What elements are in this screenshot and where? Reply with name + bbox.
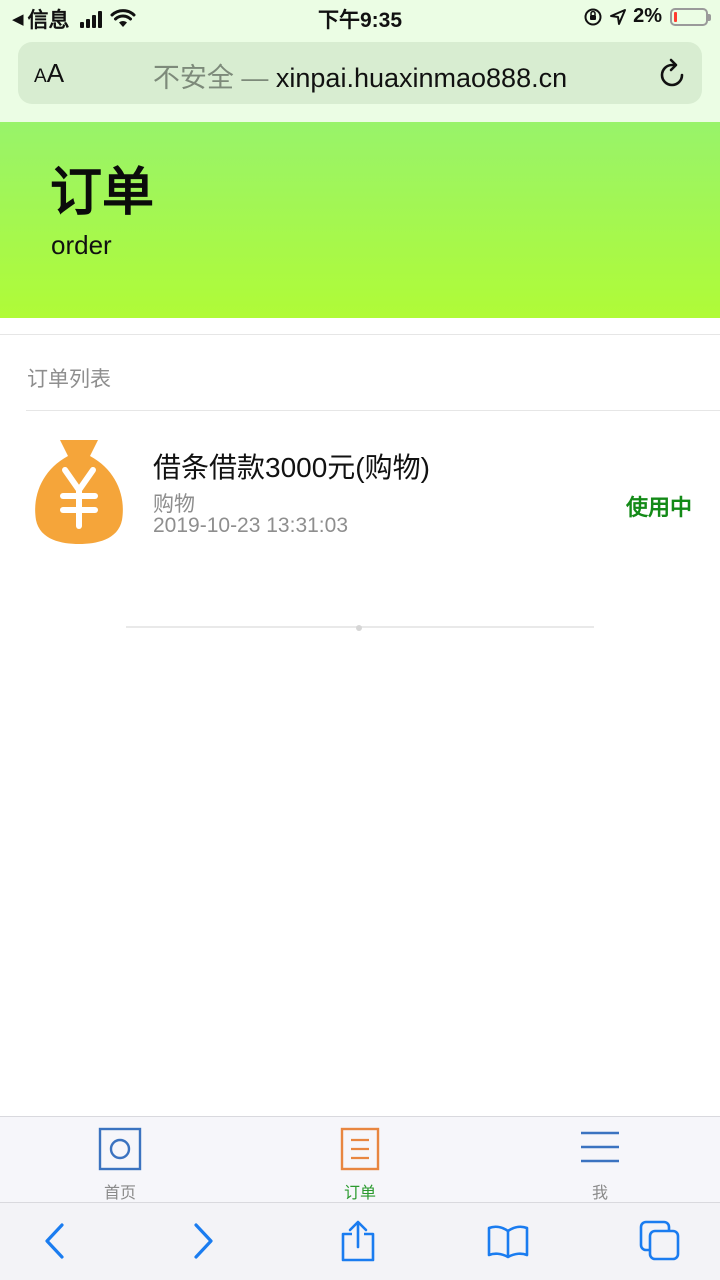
divider [26,410,720,411]
page-title: 订单 [50,164,155,222]
status-bar: ◀ 信息 下午9:35 2% [0,0,720,34]
order-status-badge: 使用中 [625,495,692,520]
tabs-icon [639,1220,680,1261]
order-list-title: 订单列表 [27,368,111,391]
divider [0,334,720,335]
tab-orders[interactable]: 订单 [240,1117,480,1203]
tab-home[interactable]: 首页 [0,1117,240,1203]
order-time: 2019-10-23 13:31:03 [153,514,348,537]
tab-me-label: 我 [591,1185,608,1202]
share-icon [341,1220,375,1262]
url-display[interactable]: 不安全 — xinpai.huaxinmao888.cn [18,56,702,95]
page-subtitle: order [51,230,112,260]
reload-icon[interactable] [658,56,688,90]
browser-toolbar [0,1202,720,1280]
battery-icon [670,7,711,26]
order-list-item[interactable]: 借条借款3000元(购物) 购物 2019-10-23 13:31:03 使用中 [0,420,720,560]
status-right: 2% [583,5,711,28]
tab-orders-label: 订单 [343,1185,376,1202]
security-label: 不安全 [152,63,234,93]
back-button[interactable] [24,1217,84,1265]
order-name: 借条借款3000元(购物) [153,452,430,483]
share-button[interactable] [328,1217,388,1265]
list-end-dot [356,625,362,631]
money-bag-icon [35,440,123,544]
book-icon [487,1225,529,1259]
chevron-left-icon [45,1223,64,1259]
tabs-button[interactable] [630,1217,690,1265]
url-domain: xinpai.huaxinmao888.cn [275,63,568,93]
bookmarks-button[interactable] [478,1217,538,1265]
document-icon [340,1127,380,1171]
menu-icon [581,1131,619,1163]
battery-level [674,11,677,22]
tab-me[interactable]: 我 [480,1117,720,1203]
url-separator: — [241,63,269,93]
chevron-right-icon [194,1223,213,1259]
location-icon [610,8,627,25]
forward-button[interactable] [174,1217,234,1265]
orientation-lock-icon [584,8,602,25]
app-tab-bar: 首页 订单 我 [0,1116,720,1202]
browser-bar: AA 不安全 — xinpai.huaxinmao888.cn [0,34,720,122]
page-header: 订单 order [0,122,720,318]
address-bar[interactable]: AA 不安全 — xinpai.huaxinmao888.cn [18,42,702,104]
tab-home-label: 首页 [103,1185,136,1202]
home-icon [98,1127,142,1171]
battery-percent: 2% [633,5,662,27]
